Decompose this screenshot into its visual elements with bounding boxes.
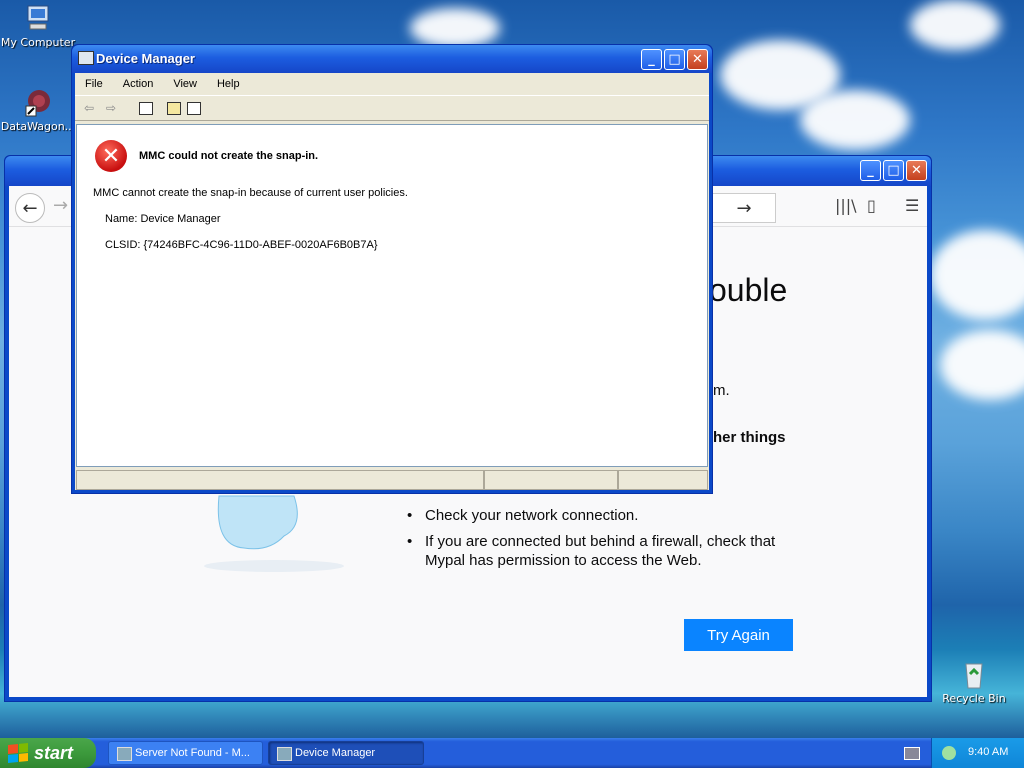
forward-arrow-icon: → [53,195,69,216]
recycle-bin-icon [958,658,990,690]
desktop-icon-label: DataWagon... [0,120,76,133]
error-text-fragment: m. [713,382,730,399]
desktop-icon-recycle-bin[interactable]: Recycle Bin [936,658,1012,705]
go-arrow-icon: → [736,197,752,219]
status-bar [76,470,708,490]
desktop-icon-datawagon[interactable]: DataWagon... [0,86,76,133]
keyboard-icon[interactable] [904,747,920,760]
device-manager-titlebar[interactable]: Device Manager _ □ ✕ [72,45,712,73]
list-item: If you are connected but behind a firewa… [407,532,785,570]
datawagon-icon [22,86,54,118]
help-icon[interactable] [167,101,181,115]
menu-view[interactable]: View [173,78,197,90]
error-illustration [204,495,344,572]
toolbar: ⇦ ⇨ [75,95,709,121]
computer-icon [22,2,54,34]
error-heading: MMC could not create the snap-in. [139,150,319,162]
taskbar-item-device-manager[interactable]: Device Manager [268,741,424,765]
clock: 9:40 AM [968,746,1009,758]
desktop: My Computer DataWagon... Recycle Bin _ □… [0,0,1024,738]
minimize-button[interactable]: _ [641,49,662,70]
forward-arrow-icon[interactable]: ⇨ [103,101,119,115]
sidebar-icon[interactable]: ▯ [867,196,876,215]
error-body: MMC cannot create the snap-in because of… [93,187,408,199]
network-icon[interactable] [942,746,956,760]
start-button[interactable]: start [0,738,96,768]
device-manager-icon [277,747,292,761]
maximize-button[interactable]: □ [664,49,685,70]
back-arrow-icon[interactable]: ⇦ [81,101,97,115]
error-text-fragment: her things [713,429,786,446]
system-tray: 9:40 AM [931,738,1024,768]
snap-in-clsid: CLSID: {74246BFC-4C96-11D0-ABEF-0020AF6B… [105,239,378,251]
library-icon[interactable]: |||\ [835,196,857,215]
windows-logo-icon [8,742,28,764]
close-button[interactable]: ✕ [687,49,708,70]
error-page-title-fragment: ouble [709,272,788,308]
show-hide-console-tree-icon[interactable] [139,101,153,115]
desktop-icon-my-computer[interactable]: My Computer [0,2,76,49]
back-arrow-icon: ← [22,197,38,219]
close-button[interactable]: ✕ [906,160,927,181]
try-again-button[interactable]: Try Again [684,619,793,651]
snap-in-name: Name: Device Manager [105,213,221,225]
device-manager-icon [78,51,94,65]
taskbar: start Server Not Found - M... Device Man… [0,738,1024,768]
taskbar-item-browser[interactable]: Server Not Found - M... [108,741,263,765]
desktop-icon-label: My Computer [0,36,76,49]
action-pane-icon[interactable] [187,101,201,115]
back-button[interactable]: ← [15,193,45,223]
menu-action[interactable]: Action [123,78,154,90]
maximize-button[interactable]: □ [883,160,904,181]
snap-in-error-panel: ✕ MMC could not create the snap-in. MMC … [76,124,708,467]
menu-bar: File Action View Help [75,73,709,95]
forward-button[interactable]: → [53,195,68,216]
list-item: Check your network connection. [407,506,785,525]
device-manager-window: Device Manager _ □ ✕ File Action View He… [71,44,713,494]
menu-icon[interactable]: ☰ [905,196,919,215]
menu-file[interactable]: File [85,78,103,90]
menu-help[interactable]: Help [217,78,240,90]
desktop-icon-label: Recycle Bin [942,692,1006,705]
minimize-button[interactable]: _ [860,160,881,181]
go-button[interactable]: → [713,193,776,223]
window-title: Device Manager [96,51,195,66]
error-icon: ✕ [95,140,127,172]
browser-icon [117,747,132,761]
start-label: start [34,742,74,763]
